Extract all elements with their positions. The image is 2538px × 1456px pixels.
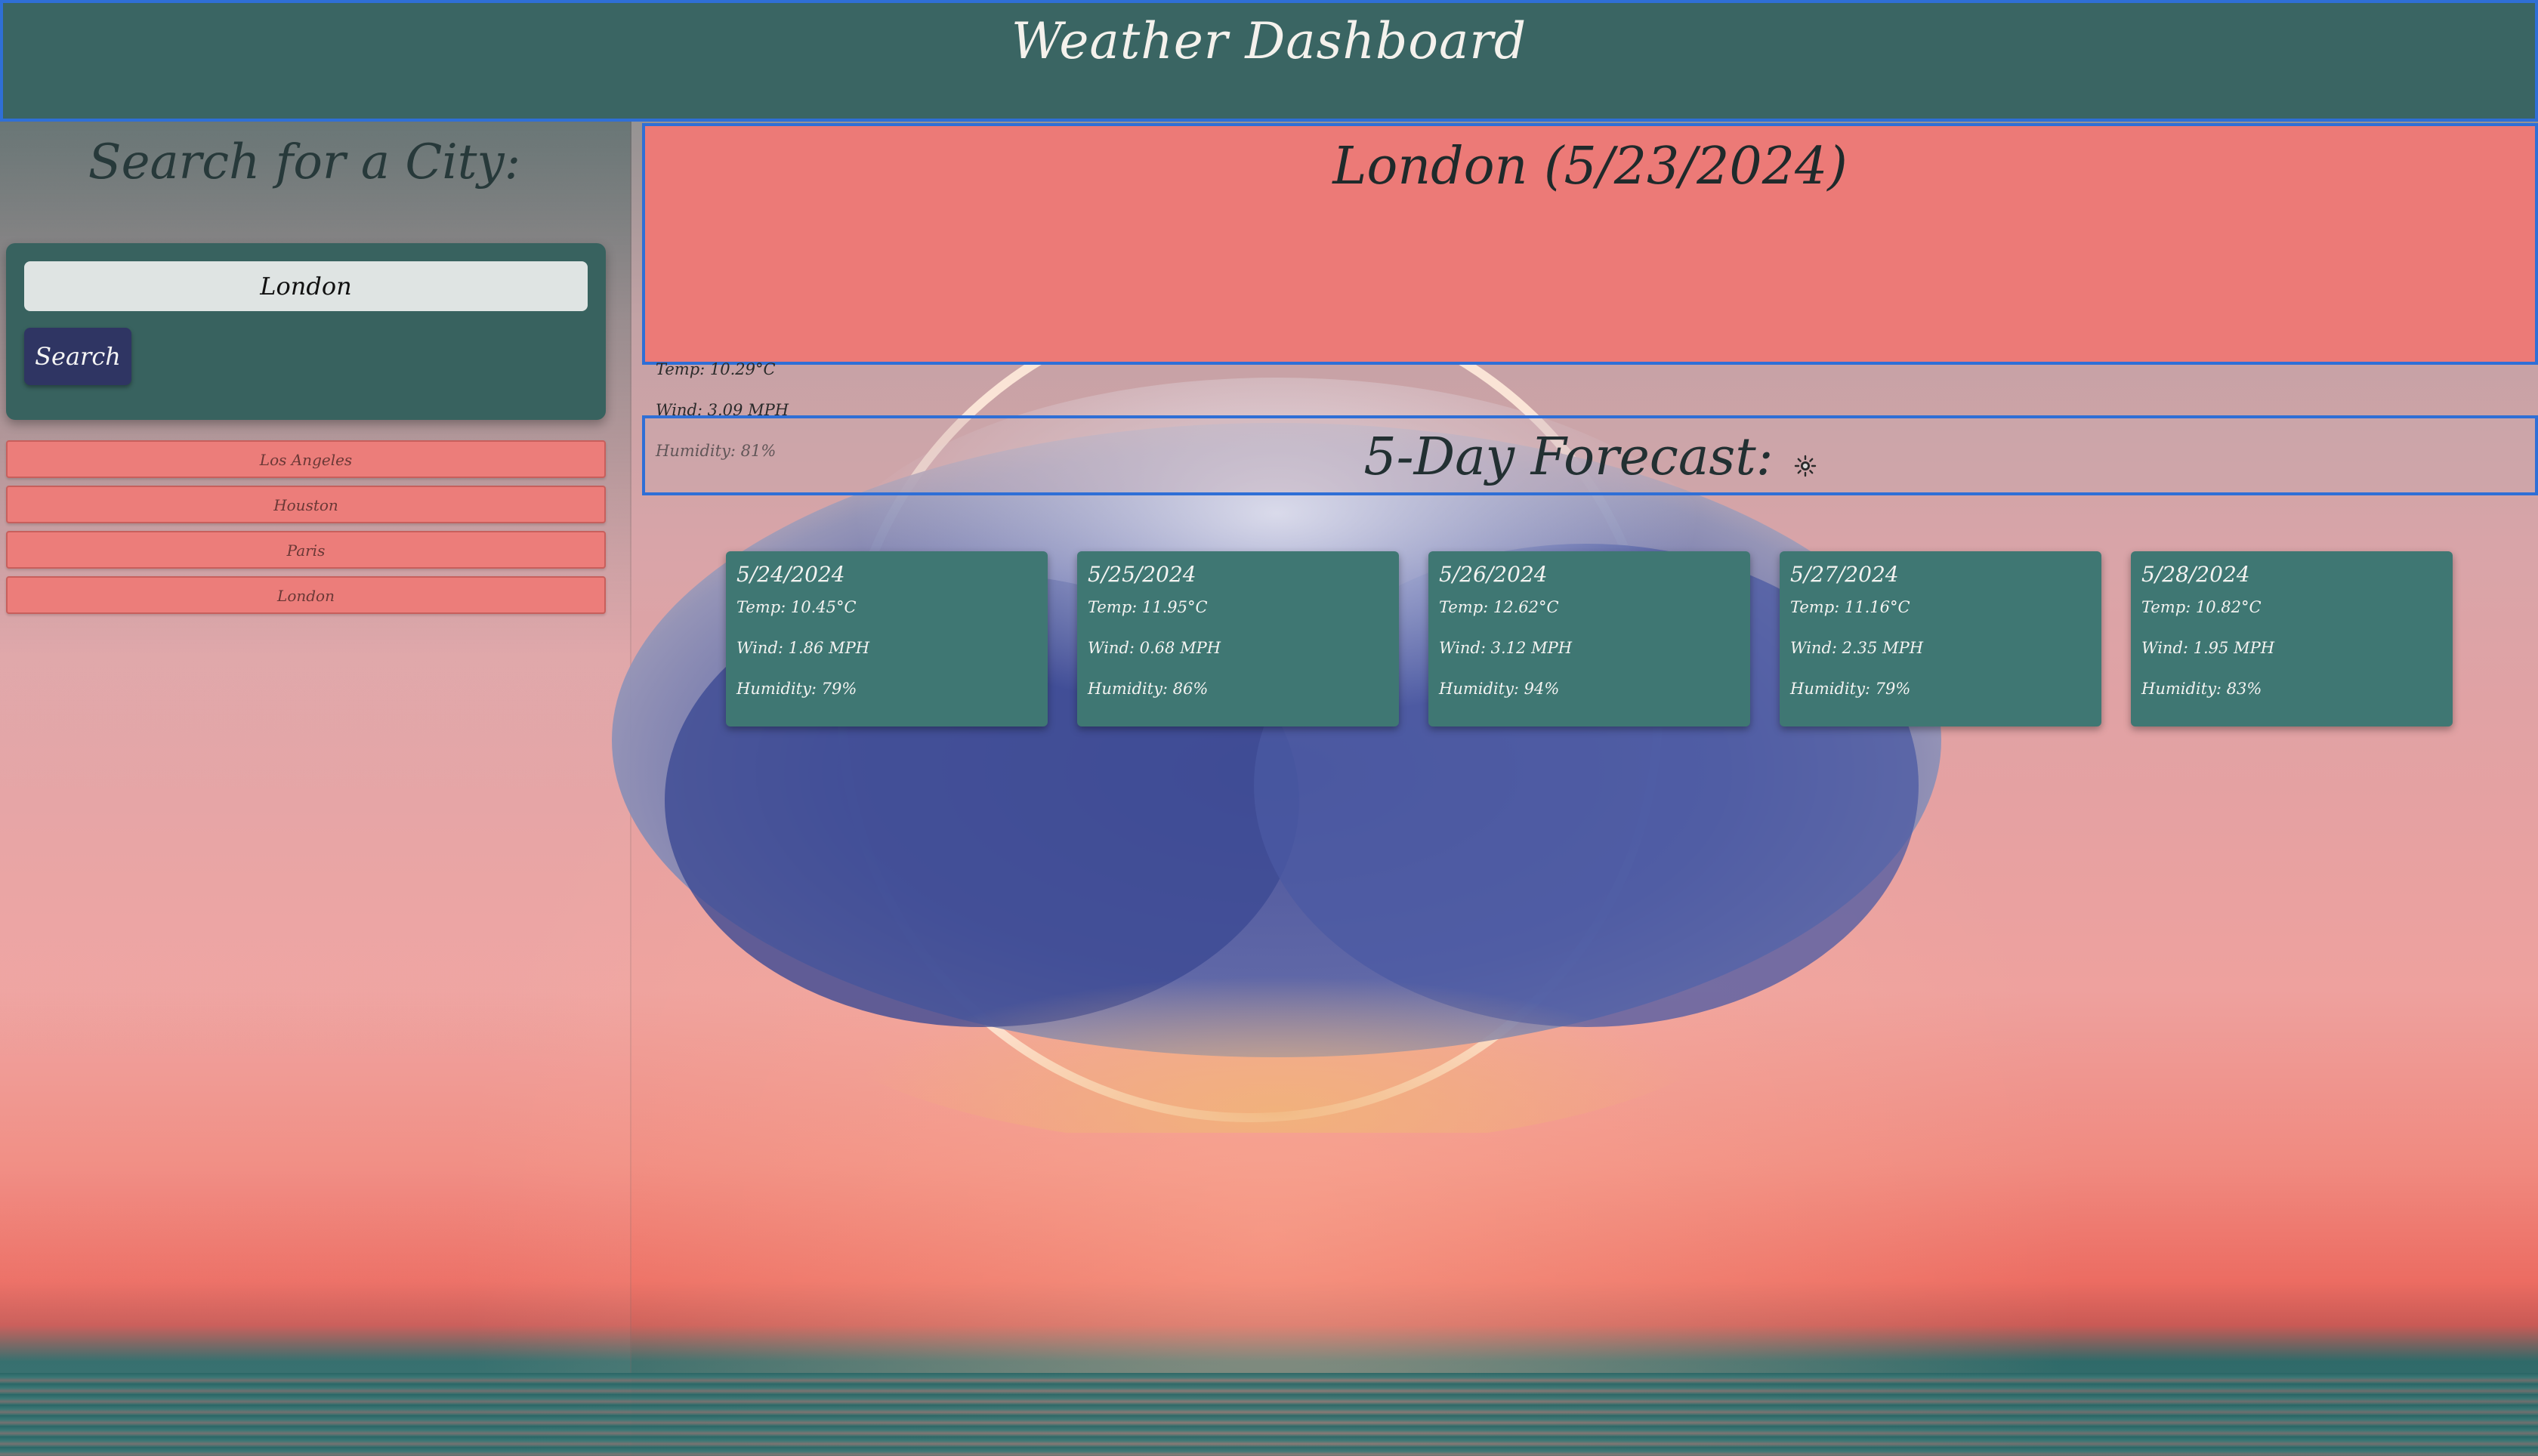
forecast-date: 5/25/2024: [1088, 562, 1196, 587]
forecast-date: 5/24/2024: [736, 562, 845, 587]
forecast-humidity: Humidity: 94%: [1439, 680, 1560, 698]
history-item-london[interactable]: London: [6, 576, 606, 614]
forecast-temp: Temp: 10.45°C: [736, 598, 857, 616]
city-search-input[interactable]: [24, 261, 588, 311]
forecast-header: 5-Day Forecast:: [642, 415, 2538, 495]
forecast-card: 5/27/2024 Temp: 11.16°C Wind: 2.35 MPH H…: [1780, 551, 2101, 726]
forecast-wind: Wind: 2.35 MPH: [1790, 639, 1924, 657]
search-history-list: Los Angeles Houston Paris London: [6, 440, 606, 622]
history-item-paris[interactable]: Paris: [6, 531, 606, 569]
sun-icon: [1794, 455, 1816, 477]
forecast-temp: Temp: 11.16°C: [1790, 598, 1910, 616]
background-horizon: [0, 1373, 2538, 1456]
search-section-title: Search for a City:: [88, 134, 521, 190]
forecast-card: 5/28/2024 Temp: 10.82°C Wind: 1.95 MPH H…: [2131, 551, 2453, 726]
forecast-card: 5/26/2024 Temp: 12.62°C Wind: 3.12 MPH H…: [1428, 551, 1750, 726]
forecast-humidity: Humidity: 83%: [2141, 680, 2262, 698]
forecast-temp: Temp: 11.95°C: [1088, 598, 1208, 616]
forecast-wind: Wind: 1.95 MPH: [2141, 639, 2275, 657]
current-temp: Temp: 10.29°C: [656, 360, 776, 378]
forecast-temp: Temp: 10.82°C: [2141, 598, 2262, 616]
forecast-wind: Wind: 0.68 MPH: [1088, 639, 1221, 657]
forecast-card: 5/24/2024 Temp: 10.45°C Wind: 1.86 MPH H…: [726, 551, 1048, 726]
page-title: Weather Dashboard: [1011, 12, 1527, 70]
forecast-date: 5/27/2024: [1790, 562, 1899, 587]
forecast-title: 5-Day Forecast:: [1363, 427, 1774, 487]
forecast-date: 5/26/2024: [1439, 562, 1548, 587]
forecast-temp: Temp: 12.62°C: [1439, 598, 1559, 616]
forecast-humidity: Humidity: 79%: [736, 680, 857, 698]
search-form: Search: [6, 243, 606, 420]
forecast-wind: Wind: 3.12 MPH: [1439, 639, 1573, 657]
forecast-humidity: Humidity: 86%: [1088, 680, 1209, 698]
forecast-wind: Wind: 1.86 MPH: [736, 639, 870, 657]
current-weather-panel: London (5/23/2024) Temp: 10.29°C Wind: 3…: [642, 123, 2538, 460]
search-button[interactable]: Search: [24, 328, 131, 385]
forecast-card: 5/25/2024 Temp: 11.95°C Wind: 0.68 MPH H…: [1077, 551, 1399, 726]
history-item-houston[interactable]: Houston: [6, 486, 606, 523]
app-header: Weather Dashboard: [0, 0, 2538, 122]
current-city-title: London (5/23/2024): [1332, 137, 1848, 196]
history-item-los-angeles[interactable]: Los Angeles: [6, 440, 606, 478]
forecast-humidity: Humidity: 79%: [1790, 680, 1911, 698]
forecast-date: 5/28/2024: [2141, 562, 2250, 587]
